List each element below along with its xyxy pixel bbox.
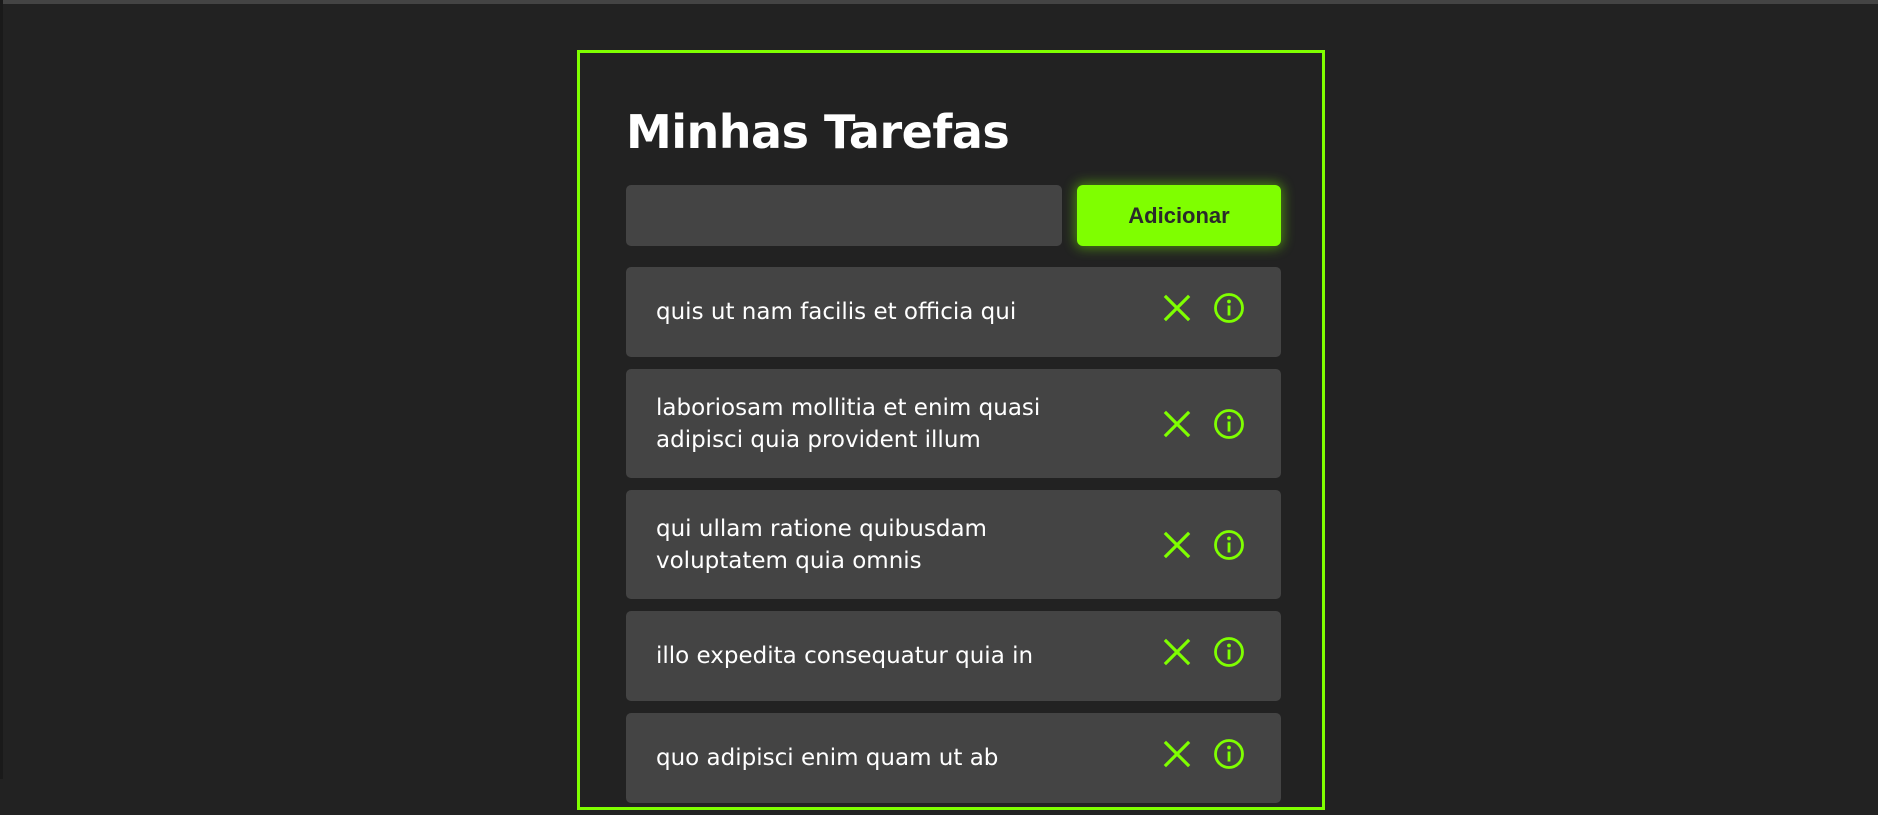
info-icon[interactable]	[1213, 529, 1245, 561]
window-top-border	[0, 0, 1878, 4]
task-actions	[1161, 267, 1245, 349]
task-item: quis ut nam facilis et officia qui	[626, 267, 1281, 357]
task-item: laboriosam mollitia et enim quasi adipis…	[626, 369, 1281, 478]
task-text: illo expedita consequatur quia in	[656, 643, 1034, 669]
task-actions	[1161, 490, 1245, 599]
add-task-button[interactable]: Adicionar	[1077, 185, 1281, 246]
task-actions	[1161, 369, 1245, 478]
page-title: Minhas Tarefas	[626, 105, 1010, 159]
close-icon[interactable]	[1161, 408, 1193, 440]
task-actions	[1161, 611, 1245, 693]
close-icon[interactable]	[1161, 529, 1193, 561]
window-left-border	[0, 0, 3, 779]
task-actions	[1161, 713, 1245, 795]
task-text: quis ut nam facilis et officia qui	[656, 299, 1017, 325]
task-item: quo adipisci enim quam ut ab	[626, 713, 1281, 803]
close-icon[interactable]	[1161, 636, 1193, 668]
info-icon[interactable]	[1213, 636, 1245, 668]
todo-panel: Minhas Tarefas Adicionar quis ut nam fac…	[577, 50, 1325, 810]
close-icon[interactable]	[1161, 292, 1193, 324]
task-text: quo adipisci enim quam ut ab	[656, 745, 999, 771]
close-icon[interactable]	[1161, 738, 1193, 770]
info-icon[interactable]	[1213, 292, 1245, 324]
task-list: quis ut nam facilis et officia qui labor…	[626, 267, 1281, 815]
info-icon[interactable]	[1213, 738, 1245, 770]
task-item: qui ullam ratione quibusdam voluptatem q…	[626, 490, 1281, 599]
task-item: illo expedita consequatur quia in	[626, 611, 1281, 701]
task-text: qui ullam ratione quibusdam voluptatem q…	[656, 515, 987, 574]
task-text: laboriosam mollitia et enim quasi adipis…	[656, 394, 1041, 453]
info-icon[interactable]	[1213, 408, 1245, 440]
new-task-input[interactable]	[626, 185, 1062, 246]
